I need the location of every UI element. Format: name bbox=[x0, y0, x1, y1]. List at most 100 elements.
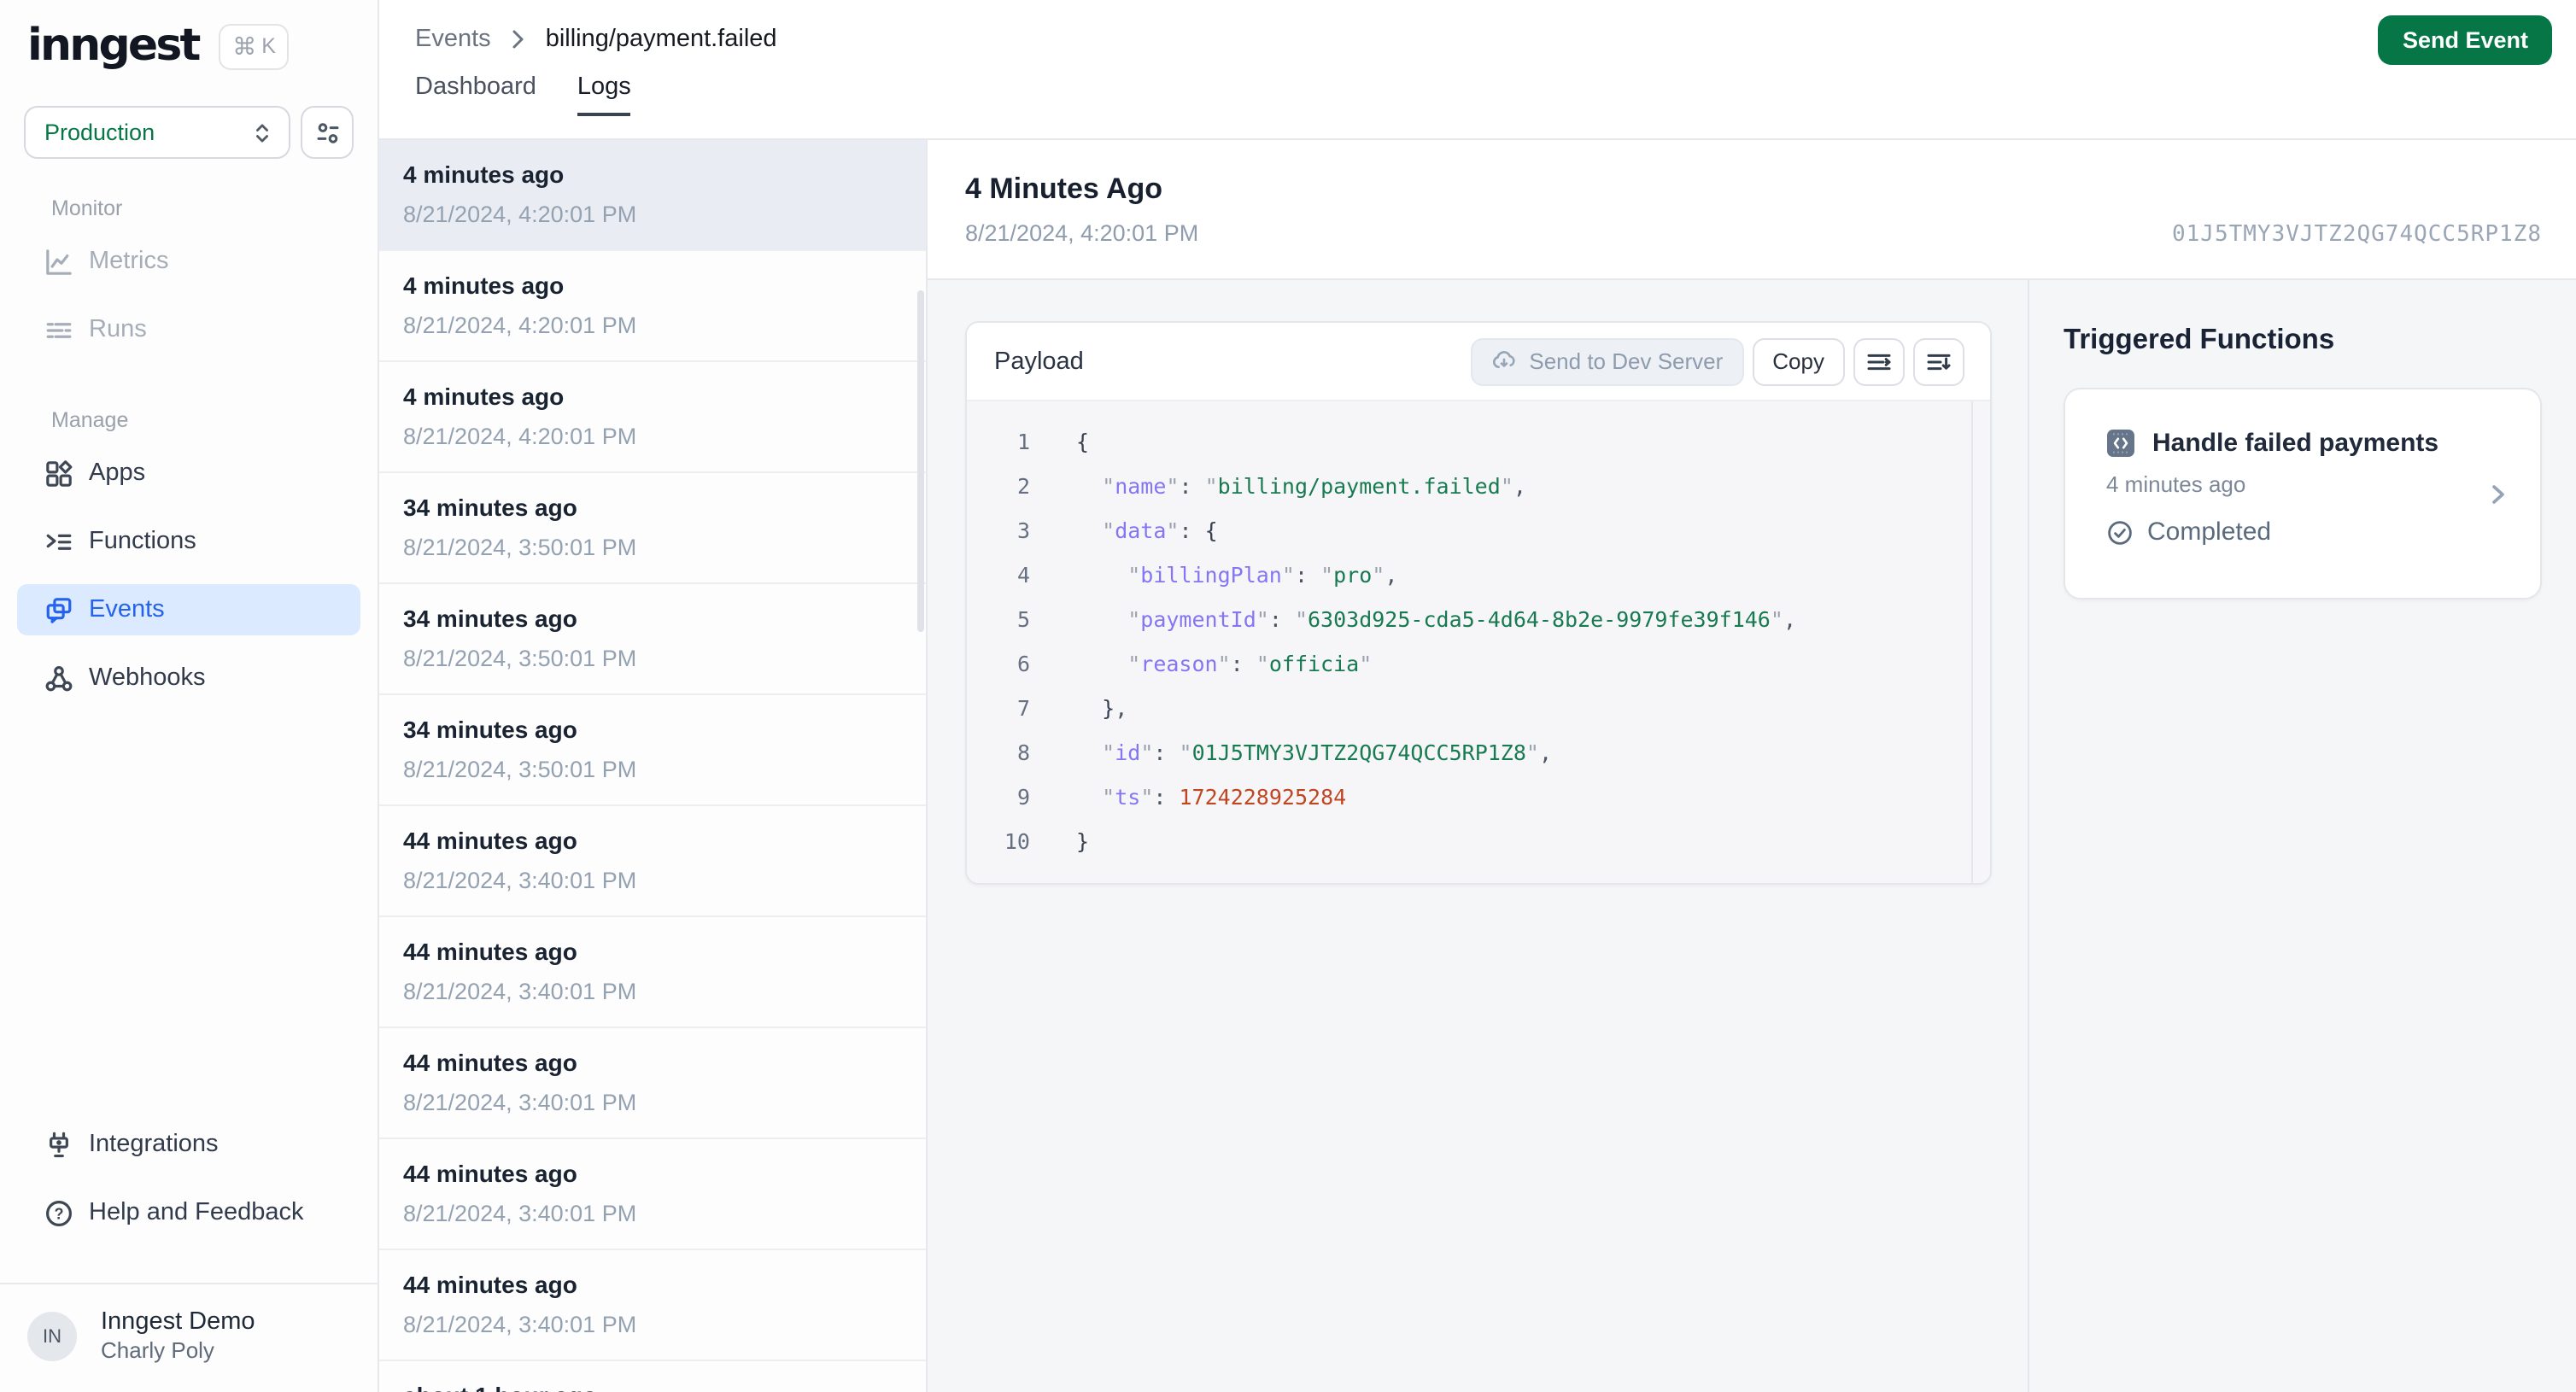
code-line: 5 "paymentId": "6303d925-cda5-4d64-8b2e-… bbox=[967, 598, 1990, 642]
copy-button[interactable]: Copy bbox=[1752, 337, 1845, 385]
event-relative-time: 4 minutes ago bbox=[403, 383, 565, 410]
command-k-shortcut-button[interactable]: ⌘ K bbox=[219, 23, 290, 69]
tab-bar: Dashboard Logs bbox=[379, 73, 2576, 116]
event-relative-time: 44 minutes ago bbox=[403, 1160, 577, 1187]
event-list-item[interactable]: 44 minutes ago 8/21/2024, 3:40:01 PM bbox=[379, 917, 926, 1028]
sidebar-item-metrics[interactable]: Metrics bbox=[17, 236, 360, 287]
payload-card-header: Payload Send to Dev Server Copy bbox=[967, 323, 1990, 401]
event-detail-subrow: 8/21/2024, 4:20:01 PM 01J5TMY3VJTZ2QG74Q… bbox=[965, 220, 2542, 248]
triggered-functions-panel: Triggered Functions Handle failed paymen… bbox=[2029, 280, 2576, 1392]
event-list-item[interactable]: about 1 hour ago bbox=[379, 1361, 926, 1392]
line-number: 1 bbox=[1016, 429, 1030, 454]
sidebar-section-label: Manage bbox=[51, 408, 129, 432]
event-timestamp: 8/21/2024, 4:20:01 PM bbox=[403, 202, 637, 227]
event-relative-time: about 1 hour ago bbox=[403, 1380, 902, 1392]
apps-icon bbox=[44, 459, 73, 488]
filters-icon bbox=[313, 119, 341, 146]
content-area: 4 minutes ago 8/21/2024, 4:20:01 PM 4 minu… bbox=[379, 140, 2576, 1392]
event-relative-time: 44 minutes ago bbox=[403, 1271, 577, 1298]
sidebar-item-runs[interactable]: Runs bbox=[17, 304, 360, 355]
environment-settings-button[interactable] bbox=[301, 106, 354, 159]
avatar: IN bbox=[27, 1312, 77, 1361]
event-timestamp: 8/21/2024, 3:50:01 PM bbox=[403, 535, 637, 560]
event-list-item[interactable]: 44 minutes ago 8/21/2024, 3:40:01 PM bbox=[379, 806, 926, 917]
code-scrollbar[interactable] bbox=[1971, 401, 1990, 883]
tab-dashboard[interactable]: Dashboard bbox=[415, 73, 536, 116]
event-list-item[interactable]: 34 minutes ago 8/21/2024, 3:50:01 PM bbox=[379, 695, 926, 806]
code-line: 10} bbox=[967, 820, 1990, 864]
sidebar-nav: Monitor Metrics Runs Manage Apps Functions Eve… bbox=[0, 159, 378, 721]
event-list-item[interactable]: 34 minutes ago 8/21/2024, 3:50:01 PM bbox=[379, 584, 926, 695]
event-timestamp: 8/21/2024, 4:20:01 PM bbox=[403, 313, 637, 338]
scroll-to-bottom-button[interactable] bbox=[1913, 337, 1964, 385]
word-wrap-button[interactable] bbox=[1853, 337, 1905, 385]
brand-row: inngest ⌘ K bbox=[0, 0, 378, 70]
chevron-right-icon bbox=[510, 29, 527, 50]
function-run-time: 4 minutes ago bbox=[2106, 471, 2246, 497]
send-to-dev-server-label: Send to Dev Server bbox=[1529, 348, 1724, 374]
function-status: Completed bbox=[2106, 518, 2506, 547]
payload-title: Payload bbox=[994, 348, 1084, 375]
code-line: 1{ bbox=[967, 420, 1990, 465]
event-timestamp: 8/21/2024, 3:50:01 PM bbox=[403, 757, 637, 782]
check-circle-icon bbox=[2106, 518, 2134, 546]
tab-logs[interactable]: Logs bbox=[577, 73, 631, 116]
triggered-function-card[interactable]: Handle failed payments 4 minutes ago Com… bbox=[2064, 388, 2542, 599]
event-list-item[interactable]: 4 minutes ago 8/21/2024, 4:20:01 PM bbox=[379, 251, 926, 362]
event-relative-time: 44 minutes ago bbox=[403, 827, 577, 854]
event-list-item[interactable]: 34 minutes ago 8/21/2024, 3:50:01 PM bbox=[379, 473, 926, 584]
sidebar-item-apps[interactable]: Apps bbox=[17, 447, 360, 499]
event-list-item[interactable]: 44 minutes ago 8/21/2024, 3:40:01 PM bbox=[379, 1028, 926, 1139]
event-relative-time: 44 minutes ago bbox=[403, 938, 577, 965]
sidebar-item-integrations[interactable]: Integrations bbox=[17, 1119, 360, 1170]
breadcrumb-current: billing/payment.failed bbox=[545, 26, 777, 53]
event-detail-header: 4 Minutes Ago 8/21/2024, 4:20:01 PM 01J5… bbox=[928, 140, 2576, 280]
sidebar-item-webhooks[interactable]: Webhooks bbox=[17, 652, 360, 704]
scroll-to-bottom-icon bbox=[1925, 348, 1952, 375]
event-list-item[interactable]: 4 minutes ago 8/21/2024, 4:20:01 PM bbox=[379, 140, 926, 251]
event-detail-timestamp: 8/21/2024, 4:20:01 PM bbox=[965, 220, 1199, 246]
sidebar-item-functions[interactable]: Functions bbox=[17, 516, 360, 567]
event-timestamp: 8/21/2024, 3:40:01 PM bbox=[403, 1090, 637, 1115]
line-number: 4 bbox=[1016, 562, 1030, 588]
event-list-item[interactable]: 44 minutes ago 8/21/2024, 3:40:01 PM bbox=[379, 1250, 926, 1361]
environment-value: Production bbox=[44, 120, 155, 145]
sidebar: inngest ⌘ K Production Monitor Metrics Runs… bbox=[0, 0, 379, 1392]
sidebar-item-events[interactable]: Events bbox=[17, 584, 360, 635]
event-relative-time: 4 minutes ago bbox=[403, 161, 565, 188]
sidebar-item-label: Help and Feedback bbox=[89, 1199, 304, 1226]
event-timestamp: 8/21/2024, 3:40:01 PM bbox=[403, 1312, 637, 1337]
user-menu[interactable]: IN Inngest Demo Charly Poly bbox=[0, 1284, 378, 1392]
sidebar-footer: Integrations? Help and Feedback bbox=[0, 1119, 378, 1260]
code-line: 9 "ts": 1724228925284 bbox=[967, 775, 1990, 820]
line-number: 10 bbox=[1004, 828, 1030, 854]
send-to-dev-server-button[interactable]: Send to Dev Server bbox=[1471, 337, 1744, 385]
sidebar-item-label: Apps bbox=[89, 459, 146, 487]
runs-icon bbox=[44, 315, 73, 344]
send-event-button[interactable]: Send Event bbox=[2378, 15, 2552, 65]
svg-text:?: ? bbox=[54, 1204, 63, 1221]
sidebar-item-label: Runs bbox=[89, 316, 147, 343]
event-list: 4 minutes ago 8/21/2024, 4:20:01 PM 4 minu… bbox=[379, 140, 928, 1392]
event-relative-time: 34 minutes ago bbox=[403, 605, 577, 632]
event-list-item[interactable]: 4 minutes ago 8/21/2024, 4:20:01 PM bbox=[379, 362, 926, 473]
payload-json: 1{2 "name": "billing/payment.failed", 3 "… bbox=[967, 420, 1990, 864]
event-list-scrollbar[interactable] bbox=[917, 290, 924, 632]
functions-icon bbox=[44, 527, 73, 556]
user-name: Charly Poly bbox=[101, 1337, 214, 1363]
function-status-label: Completed bbox=[2147, 518, 2272, 547]
event-list-item[interactable]: 44 minutes ago 8/21/2024, 3:40:01 PM bbox=[379, 1139, 926, 1250]
word-wrap-icon bbox=[1865, 348, 1893, 375]
event-timestamp: 8/21/2024, 3:40:01 PM bbox=[403, 1201, 637, 1226]
sidebar-item-help-and-feedback[interactable]: ? Help and Feedback bbox=[17, 1187, 360, 1238]
event-detail-title: 4 Minutes Ago bbox=[965, 173, 1163, 205]
user-info: Inngest Demo Charly Poly bbox=[101, 1308, 255, 1365]
breadcrumb-events-link[interactable]: Events bbox=[415, 26, 491, 53]
line-number: 6 bbox=[1016, 651, 1030, 676]
code-line: 8 "id": "01J5TMY3VJTZ2QG74QCC5RP1Z8", bbox=[967, 731, 1990, 775]
event-relative-time: 34 minutes ago bbox=[403, 494, 577, 521]
event-relative-time: 44 minutes ago bbox=[403, 1049, 577, 1076]
metrics-icon bbox=[44, 247, 73, 276]
environment-selector[interactable]: Production bbox=[24, 106, 290, 159]
